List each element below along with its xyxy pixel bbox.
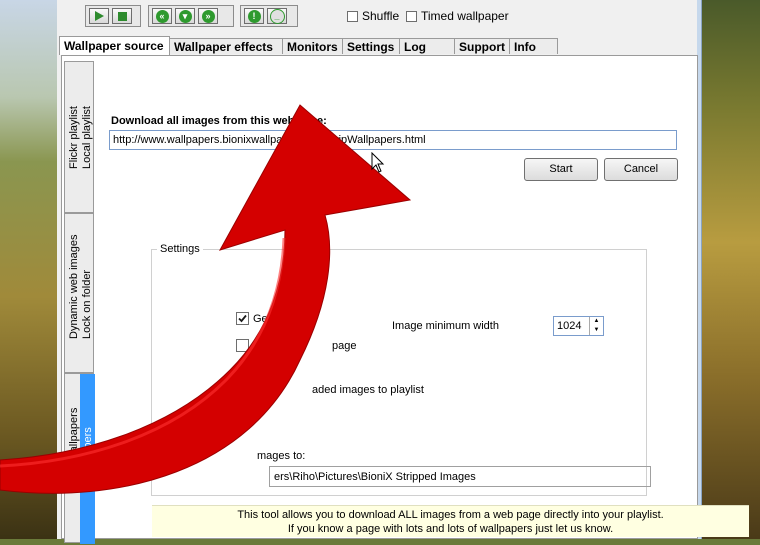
min-width-label: Image minimum width [392,320,499,332]
app-window: « ▾ » ! _ Shuffle Timed wallpaper Wallpa… [57,0,749,544]
shuffle-checkbox[interactable] [347,10,358,22]
tray-icon: _ [269,8,285,24]
timed-wallpaper-checkbox[interactable] [406,10,417,22]
side-tab-strip-wallpapers[interactable]: p wallpapers [82,427,94,489]
tab-wallpaper-effects[interactable]: Wallpaper effects [169,38,283,54]
option-generate[interactable]: Ge [236,312,268,325]
settings-legend: Settings [157,243,203,255]
option-page-label: page [332,340,357,352]
tab-monitors[interactable]: Monitors [282,38,343,54]
extra-group: ! _ [240,5,298,27]
side-tab-local-playlist[interactable]: Local playlist [81,106,93,169]
option-generate-label: Ge [253,312,268,325]
side-tab-night-strip[interactable]: Night wallpapers p wallpapers [64,373,95,544]
spinner-up-icon[interactable]: ▲ [590,317,603,326]
url-input[interactable]: http://www.wallpapers.bionixwallpaper.co… [109,130,677,150]
play-icon [94,11,104,21]
spinner-arrows[interactable]: ▲ ▼ [589,317,603,335]
previous-button[interactable]: « [152,8,172,24]
minimize-to-tray-button[interactable]: _ [267,8,287,24]
timed-wallpaper-option[interactable]: Timed wallpaper [406,9,509,23]
tab-wallpaper-source[interactable]: Wallpaper source [59,36,170,55]
add-to-playlist-label: aded images to playlist [312,384,424,396]
play-button[interactable] [89,8,109,24]
side-tab-flickr-local[interactable]: Flickr playlist Local playlist [64,61,94,213]
checkmark-icon [238,314,247,323]
option-page-checkbox[interactable] [236,339,249,352]
next-button[interactable]: » [198,8,218,24]
side-tab-night-wallpapers[interactable]: Night wallpapers [68,408,80,489]
option-page[interactable] [236,339,249,352]
side-tab-dynamic-web-images[interactable]: Dynamic web images [68,234,80,339]
side-tab-flickr-playlist[interactable]: Flickr playlist [68,106,80,169]
tab-settings[interactable]: Settings [342,38,400,54]
info-line-2: If you know a page with lots and lots of… [287,523,614,535]
settings-group [151,249,647,496]
shuffle-option[interactable]: Shuffle [347,9,399,23]
desktop-background-right [700,0,760,539]
navigation-group: « ▾ » [148,5,234,27]
side-tab-dynamic-lock[interactable]: Dynamic web images Lock on folder [64,213,94,373]
min-width-value: 1024 [557,320,582,332]
tab-info[interactable]: Info [509,38,558,54]
info-bar: This tool allows you to download ALL ima… [152,505,749,537]
spinner-down-icon[interactable]: ▼ [590,326,603,335]
cancel-button[interactable]: Cancel [604,158,678,181]
exclamation-icon: ! [247,9,261,23]
alert-button[interactable]: ! [244,8,264,24]
tab-support[interactable]: Support [454,38,510,54]
toolbar: « ▾ » ! _ Shuffle Timed wallpaper [57,0,527,36]
rewind-icon: « [155,9,169,23]
stop-button[interactable] [112,8,132,24]
download-label: Download all images from this web page: [111,115,327,127]
tab-log[interactable]: Log [399,38,455,54]
save-path-field[interactable]: ers\Riho\Pictures\BioniX Stripped Images [269,466,651,487]
main-tabs: Wallpaper source Wallpaper effects Monit… [59,36,558,55]
playback-group [85,5,141,27]
save-images-label: mages to: [257,450,306,462]
side-tab-lock-on-folder[interactable]: Lock on folder [81,270,93,339]
mouse-cursor-icon [371,152,385,173]
min-width-spinner[interactable]: 1024 ▲ ▼ [553,316,604,336]
stop-icon [117,11,127,21]
down-button[interactable]: ▾ [175,8,195,24]
fast-forward-icon: » [201,9,215,23]
timed-wallpaper-label: Timed wallpaper [421,9,509,23]
option-generate-checkbox[interactable] [236,312,249,325]
chevron-down-icon: ▾ [178,9,192,23]
shuffle-label: Shuffle [362,9,400,23]
side-tabs: Flickr playlist Local playlist Dynamic w… [62,61,96,545]
info-line-1: This tool allows you to download ALL ima… [237,509,664,521]
start-button[interactable]: Start [524,158,598,181]
